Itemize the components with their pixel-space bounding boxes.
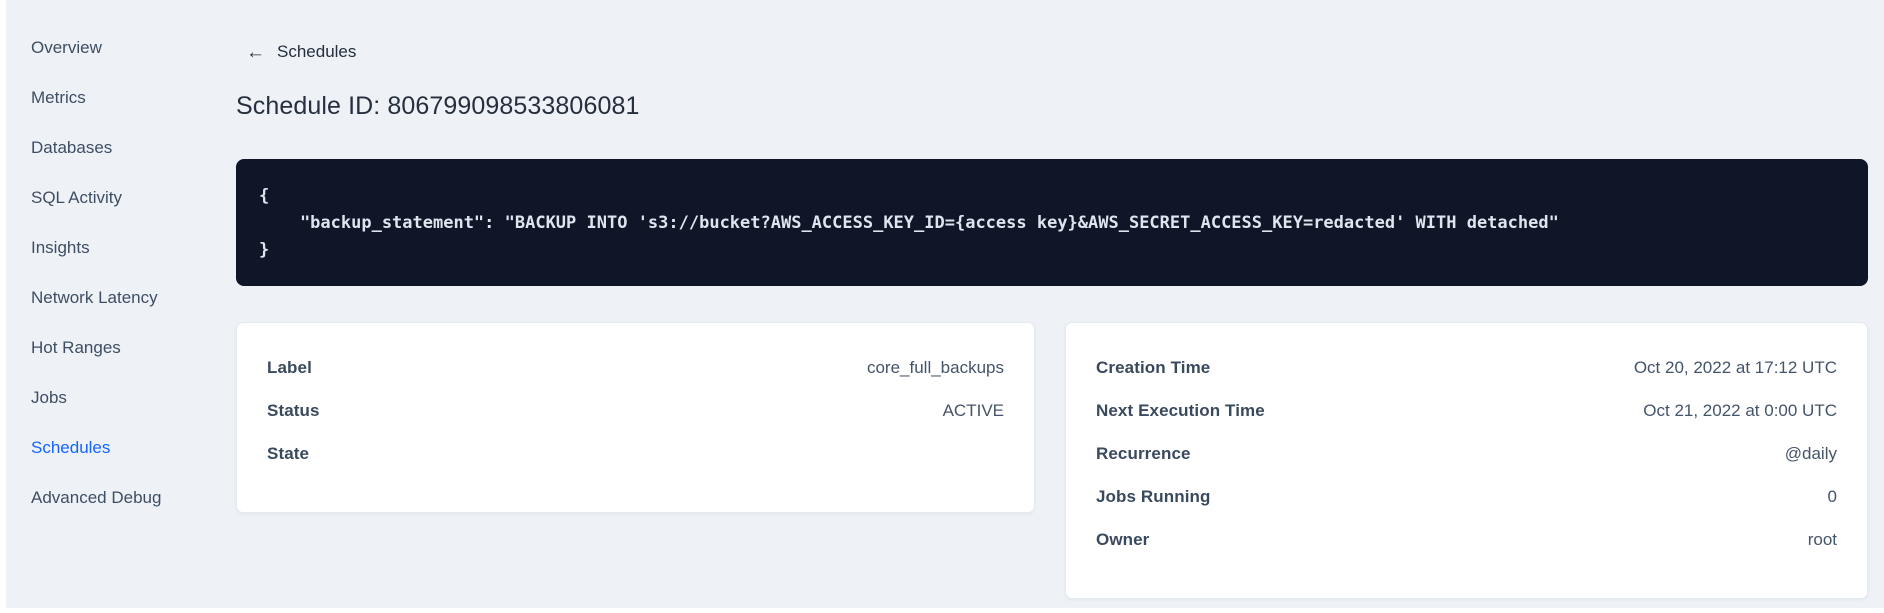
owner-value: root [1807,529,1837,549]
detail-row-owner: Owner root [1096,527,1837,552]
page-title: Schedule ID: 806799098533806081 [236,91,640,120]
label-key: Label [267,357,312,377]
sidebar-item-databases[interactable]: Databases [31,123,236,173]
detail-row-status: Status ACTIVE [267,398,1004,423]
sidebar: Overview Metrics Databases SQL Activity … [6,0,236,608]
creation-time-value: Oct 20, 2022 at 17:12 UTC [1633,357,1837,377]
jobs-running-key: Jobs Running [1096,486,1211,506]
recurrence-key: Recurrence [1096,443,1191,463]
sidebar-item-sql-activity[interactable]: SQL Activity [31,173,236,223]
back-to-schedules-link[interactable]: ← Schedules [246,42,356,62]
back-link-label: Schedules [277,42,357,61]
schedule-definition-json: { "backup_statement": "BACKUP INTO 's3:/… [259,185,1559,260]
arrow-left-icon: ← [246,41,265,63]
sidebar-item-advanced-debug[interactable]: Advanced Debug [31,473,236,523]
detail-row-jobs-running: Jobs Running 0 [1096,484,1837,509]
sidebar-item-insights[interactable]: Insights [31,223,236,273]
state-key: State [267,443,310,463]
recurrence-value: @daily [1784,443,1837,463]
sidebar-item-metrics[interactable]: Metrics [31,73,236,123]
sidebar-item-network-latency[interactable]: Network Latency [31,273,236,323]
sidebar-item-jobs[interactable]: Jobs [31,373,236,423]
next-execution-time-key: Next Execution Time [1096,400,1265,420]
sidebar-item-hot-ranges[interactable]: Hot Ranges [31,323,236,373]
schedule-timing-card: Creation Time Oct 20, 2022 at 17:12 UTC … [1065,321,1868,599]
schedule-definition-code-block: { "backup_statement": "BACKUP INTO 's3:/… [236,158,1868,286]
detail-row-next-execution-time: Next Execution Time Oct 21, 2022 at 0:00… [1096,398,1837,423]
next-execution-time-value: Oct 21, 2022 at 0:00 UTC [1643,400,1837,420]
status-value: ACTIVE [942,400,1004,420]
detail-cards-row: Label core_full_backups Status ACTIVE St… [236,321,1868,599]
schedule-summary-card: Label core_full_backups Status ACTIVE St… [236,321,1035,513]
sidebar-item-schedules[interactable]: Schedules [31,423,236,473]
status-key: Status [267,400,320,420]
jobs-running-value: 0 [1827,486,1837,506]
creation-time-key: Creation Time [1096,357,1211,377]
detail-row-state: State [267,441,1004,466]
owner-key: Owner [1096,529,1150,549]
page: Overview Metrics Databases SQL Activity … [0,0,1884,613]
sidebar-item-overview[interactable]: Overview [31,23,236,73]
detail-row-creation-time: Creation Time Oct 20, 2022 at 17:12 UTC [1096,355,1837,380]
detail-row-label: Label core_full_backups [267,355,1004,380]
label-value: core_full_backups [866,357,1004,377]
detail-row-recurrence: Recurrence @daily [1096,441,1837,466]
main-content: ← Schedules Schedule ID: 806799098533806… [236,0,1868,608]
